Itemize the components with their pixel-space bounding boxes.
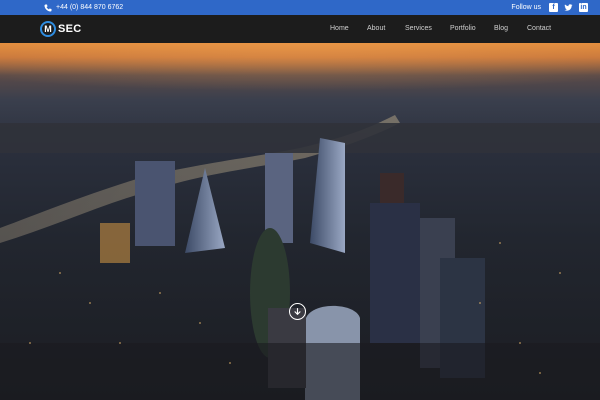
nav-blog[interactable]: Blog bbox=[494, 15, 508, 43]
facebook-icon[interactable]: f bbox=[549, 3, 558, 12]
nav-home[interactable]: Home bbox=[330, 15, 349, 43]
linkedin-icon[interactable]: in bbox=[579, 3, 588, 12]
follow-label: Follow us bbox=[511, 4, 541, 11]
site-logo[interactable]: M SEC bbox=[40, 20, 82, 38]
phone-number: +44 (0) 844 870 6762 bbox=[56, 4, 124, 11]
social-follow: Follow us f in bbox=[511, 0, 588, 15]
twitter-icon[interactable] bbox=[564, 3, 573, 12]
city-skyline-image bbox=[0, 43, 600, 400]
main-navbar: M SEC Home About Services Portfolio Blog… bbox=[0, 15, 600, 43]
nav-about[interactable]: About bbox=[367, 15, 385, 43]
phone-contact[interactable]: +44 (0) 844 870 6762 bbox=[44, 0, 123, 15]
nav-contact[interactable]: Contact bbox=[527, 15, 551, 43]
arrow-down-icon bbox=[294, 308, 301, 316]
top-bar: +44 (0) 844 870 6762 Follow us f in bbox=[0, 0, 600, 15]
logo-mark: M bbox=[40, 21, 56, 37]
logo-text: SEC bbox=[58, 23, 82, 35]
nav-services[interactable]: Services bbox=[405, 15, 432, 43]
scroll-down-button[interactable] bbox=[289, 303, 306, 320]
hero-banner bbox=[0, 43, 600, 400]
phone-icon bbox=[44, 4, 52, 11]
nav-portfolio[interactable]: Portfolio bbox=[450, 15, 476, 43]
